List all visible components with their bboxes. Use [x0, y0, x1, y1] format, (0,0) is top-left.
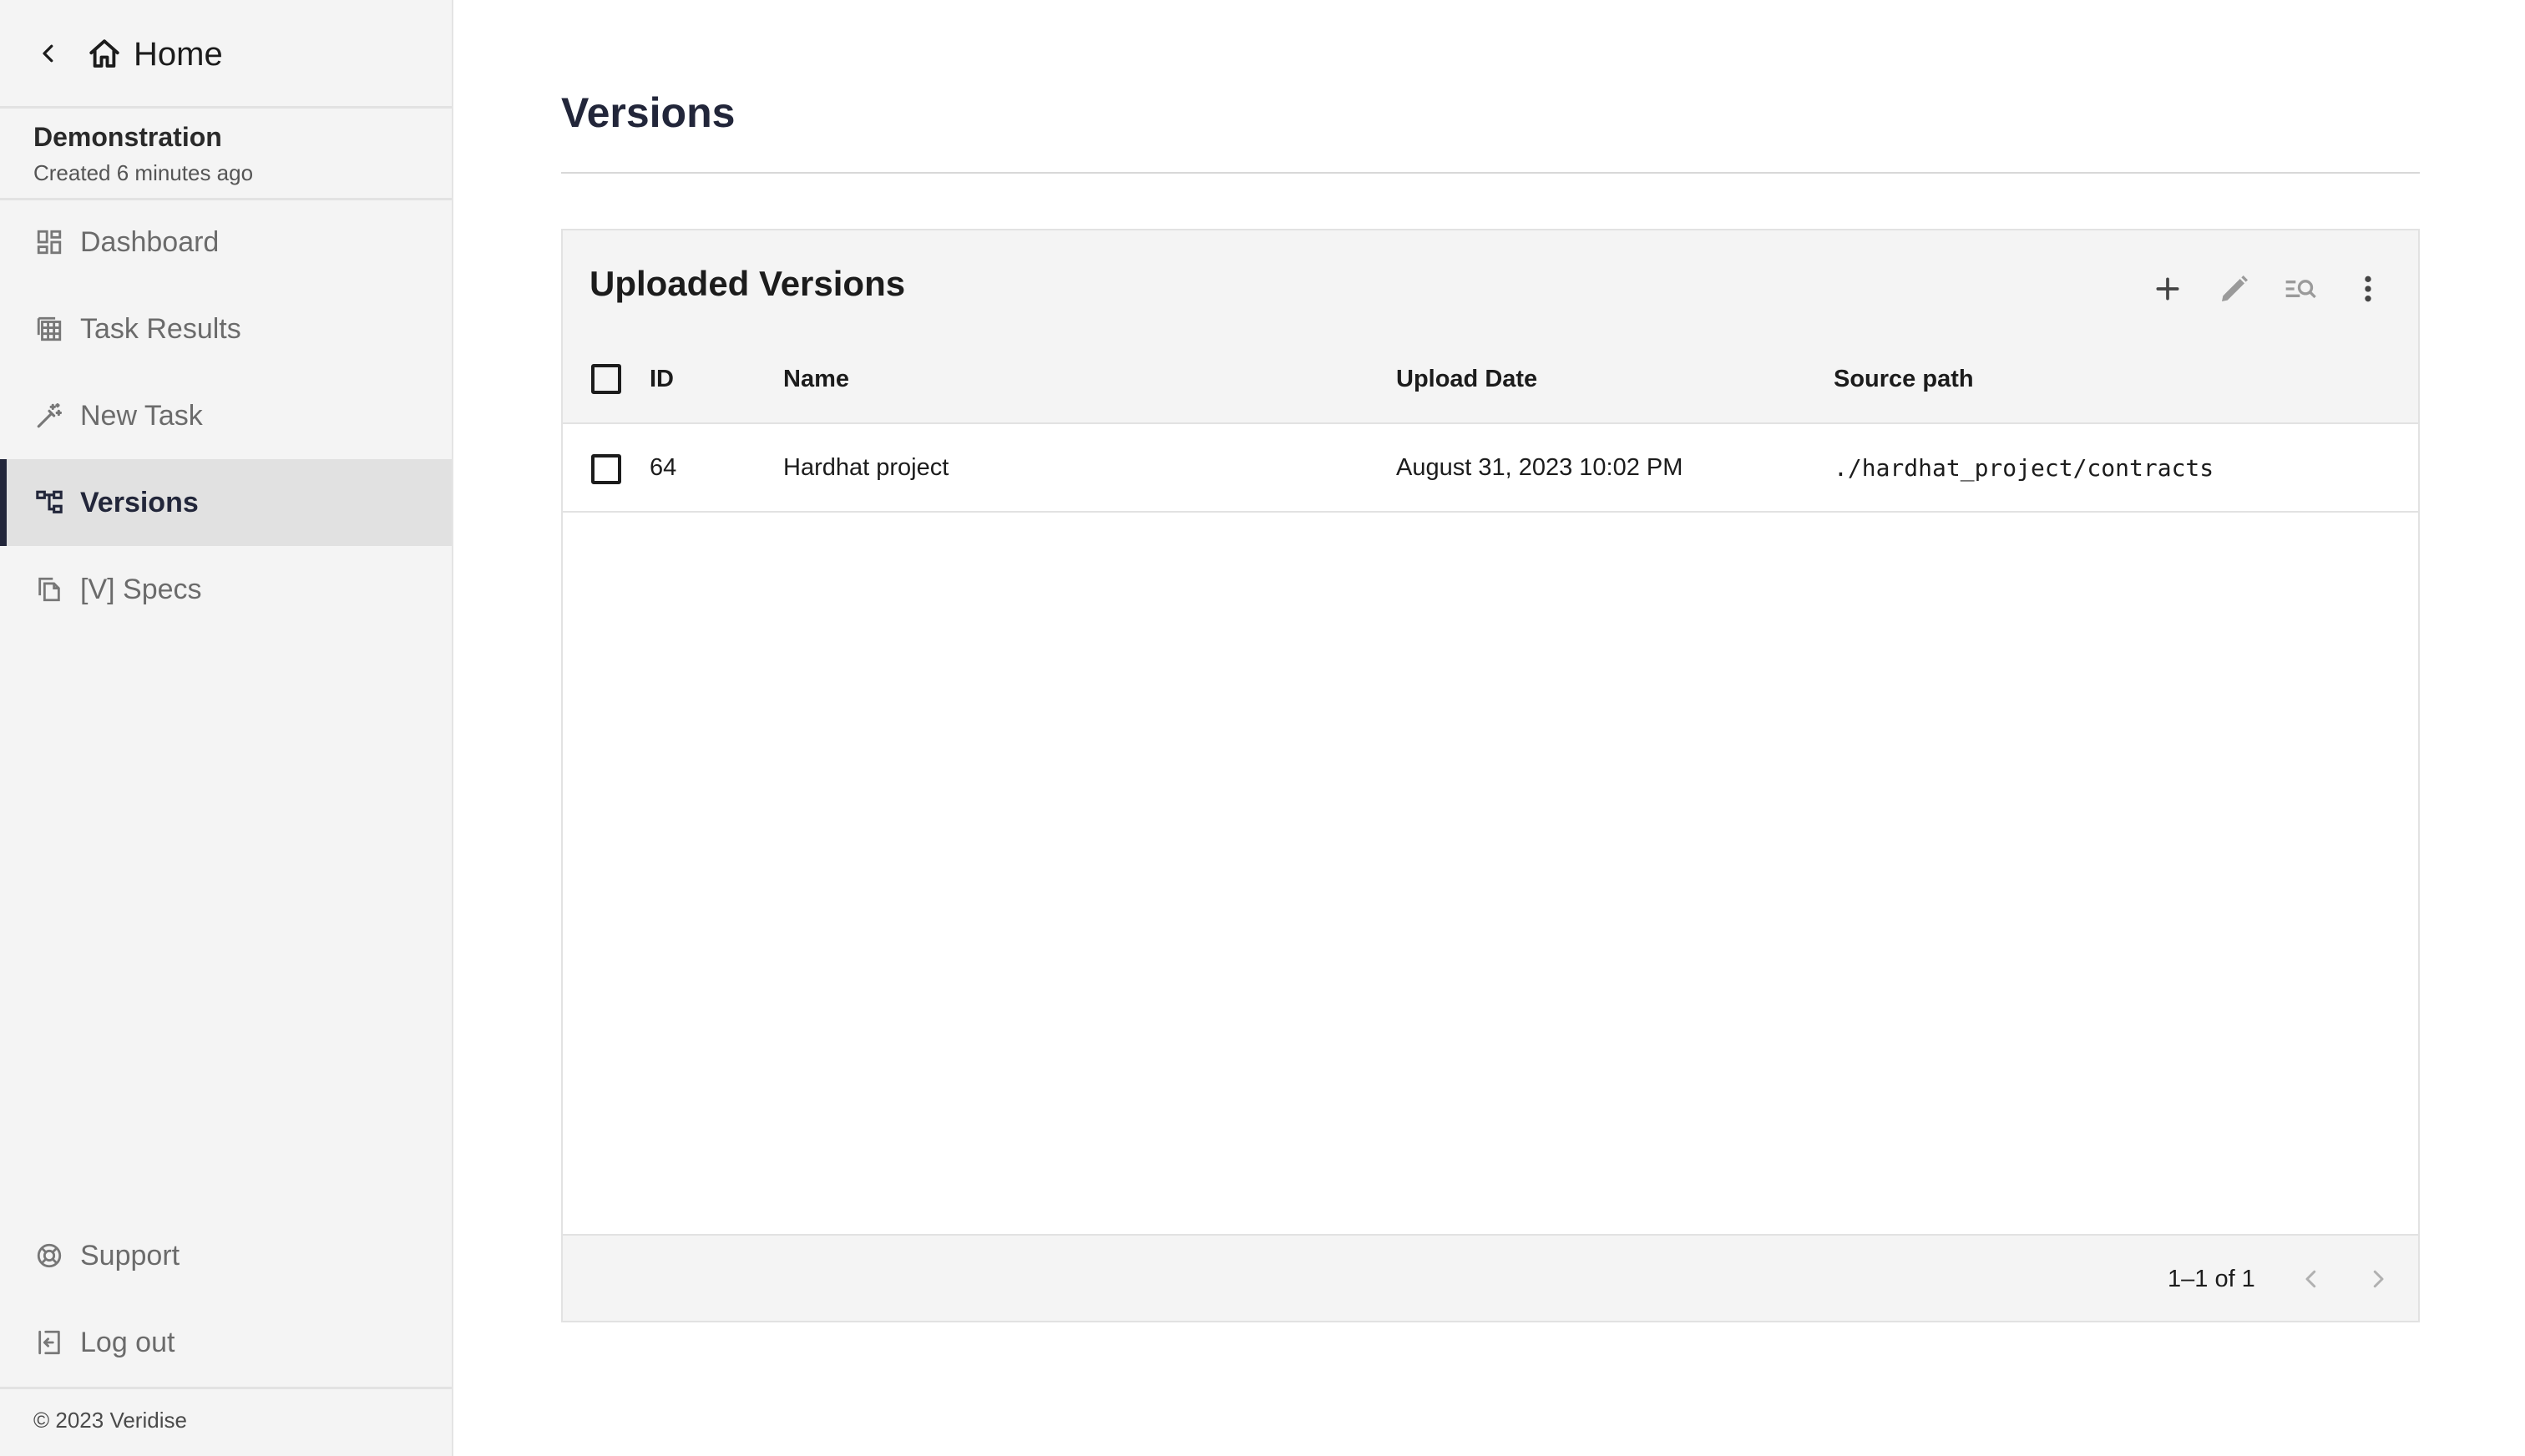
cell-name: Hardhat project — [783, 454, 949, 481]
more-vertical-icon — [2365, 276, 2371, 302]
column-header-source-path[interactable]: Source path — [1834, 366, 1974, 393]
project-info: Demonstration Created 6 minutes ago — [0, 109, 452, 200]
pagination-info: 1–1 of 1 — [2168, 1266, 2255, 1292]
column-header-id[interactable]: ID — [650, 366, 674, 393]
sidebar-footer-divider — [0, 1387, 452, 1389]
app-root: Home Demonstration Created 6 minutes ago… — [0, 0, 2525, 1456]
logout-icon — [33, 1327, 65, 1358]
chevron-left-icon — [2305, 1270, 2316, 1288]
sidebar-item-task-results[interactable]: Task Results — [0, 286, 452, 372]
sidebar-item-versions[interactable]: Versions — [0, 459, 452, 546]
home-icon — [89, 39, 119, 68]
select-all-checkbox[interactable] — [591, 364, 621, 394]
home-label: Home — [134, 35, 223, 73]
edit-button[interactable] — [2208, 262, 2261, 316]
table-row[interactable]: 64 Hardhat project August 31, 2023 10:02… — [563, 424, 2418, 513]
filter-search-button[interactable] — [2275, 262, 2328, 316]
sidebar: Home Demonstration Created 6 minutes ago… — [0, 0, 453, 1456]
sidebar-item-label: New Task — [80, 399, 203, 432]
sidebar-item-label: Log out — [80, 1326, 175, 1358]
table-title: Uploaded Versions — [590, 264, 906, 303]
sidebar-item-logout[interactable]: Log out — [0, 1299, 452, 1386]
back-button[interactable] — [32, 37, 65, 70]
cell-source-path: ./hardhat_project/contracts — [1834, 454, 2214, 482]
next-page-button[interactable] — [2356, 1257, 2400, 1301]
sidebar-item-new-task[interactable]: New Task — [0, 372, 452, 459]
edit-icon — [2222, 276, 2248, 301]
sidebar-item-support[interactable]: Support — [0, 1212, 452, 1299]
lifebuoy-icon — [33, 1240, 65, 1271]
previous-page-button[interactable] — [2290, 1257, 2333, 1301]
add-icon — [2156, 277, 2179, 301]
sidebar-item-label: Support — [80, 1239, 180, 1271]
table-footer: 1–1 of 1 — [563, 1234, 2418, 1321]
sidebar-item-dashboard[interactable]: Dashboard — [0, 199, 452, 286]
table-toolbar: Uploaded Versions ID Name Upload Date So… — [563, 230, 2418, 422]
table-icon — [33, 313, 65, 345]
sidebar-item-label: Dashboard — [80, 225, 220, 258]
home-link[interactable]: Home — [87, 32, 223, 77]
sidebar-item-specs[interactable]: [V] Specs — [0, 546, 452, 633]
project-created: Created 6 minutes ago — [33, 160, 254, 185]
sidebar-item-label: [V] Specs — [80, 573, 202, 605]
account-tree-icon — [33, 487, 65, 518]
dashboard-icon — [33, 226, 65, 258]
copyright: © 2023 Veridise — [33, 1408, 187, 1433]
title-divider — [561, 172, 2420, 174]
cell-upload-date: August 31, 2023 10:02 PM — [1396, 454, 1683, 481]
more-options-button[interactable] — [2341, 262, 2395, 316]
versions-table-card: Uploaded Versions ID Name Upload Date So… — [561, 229, 2420, 1322]
row-checkbox[interactable] — [591, 454, 621, 484]
add-button[interactable] — [2141, 262, 2194, 316]
chevron-left-icon — [43, 44, 53, 63]
page-title: Versions — [561, 89, 736, 136]
copy-icon — [33, 574, 65, 605]
magic-wand-icon — [33, 400, 65, 432]
chevron-right-icon — [2373, 1270, 2384, 1288]
home-row: Home — [0, 0, 452, 109]
column-header-upload-date[interactable]: Upload Date — [1396, 366, 1537, 393]
cell-id: 64 — [650, 454, 677, 481]
filter-search-icon — [2285, 280, 2316, 299]
sidebar-item-label: Versions — [80, 486, 199, 518]
column-header-name[interactable]: Name — [783, 366, 849, 393]
sidebar-item-label: Task Results — [80, 312, 241, 345]
project-name: Demonstration — [33, 122, 222, 152]
